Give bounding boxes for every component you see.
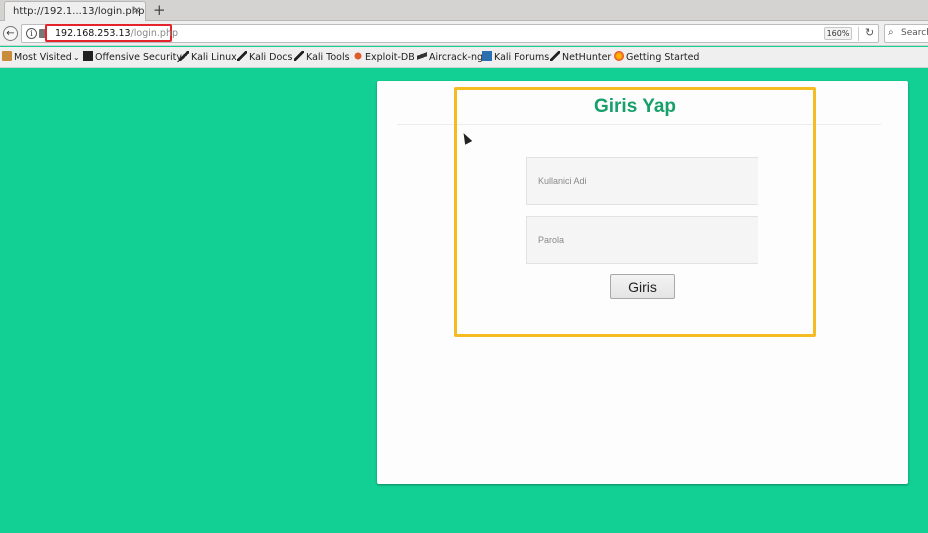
bookmark-kali-forums[interactable]: Kali Forums: [482, 51, 549, 63]
url-path: /login.php: [130, 28, 178, 39]
bookmark-exploit-db[interactable]: Exploit-DB: [353, 51, 415, 63]
bookmark-kali-docs[interactable]: Kali Docs: [237, 51, 292, 63]
bookmark-label: Exploit-DB: [365, 52, 415, 63]
info-icon[interactable]: i: [26, 28, 37, 39]
aircrack-icon: [417, 51, 427, 61]
url-bar[interactable]: i 192.168.253.13/login.php 160% ↻: [21, 24, 879, 43]
tab-title: http://192.1...13/login.php: [13, 6, 145, 17]
bookmark-kali-tools[interactable]: Kali Tools: [294, 51, 350, 63]
username-field[interactable]: [526, 157, 758, 205]
exploit-db-icon: [354, 52, 362, 60]
bookmark-label: Most Visited: [14, 52, 72, 63]
bookmarks-toolbar: Most Visited⌄ Offensive Security Kali Li…: [0, 47, 928, 68]
url-text[interactable]: 192.168.253.13/login.php: [55, 28, 178, 39]
navigation-toolbar: ← i 192.168.253.13/login.php 160% ↻ ⌕ Se…: [0, 21, 928, 46]
bookmark-label: Kali Linux: [191, 52, 237, 63]
tab-bar: http://192.1...13/login.php × +: [0, 0, 928, 21]
tab-login[interactable]: http://192.1...13/login.php ×: [4, 1, 146, 21]
kali-icon: [237, 51, 247, 61]
bookmark-label: Kali Docs: [249, 52, 293, 63]
bookmark-offensive-security[interactable]: Offensive Security: [83, 51, 182, 63]
url-host: 192.168.253.13: [55, 28, 131, 39]
bookmark-label: Kali Tools: [306, 52, 350, 63]
bookmark-label: Offensive Security: [95, 52, 182, 63]
search-input[interactable]: ⌕ Search: [884, 24, 928, 43]
kali-icon: [179, 51, 189, 61]
firefox-icon: [614, 51, 624, 61]
bookmark-kali-linux[interactable]: Kali Linux: [179, 51, 237, 63]
bookmark-label: Kali Forums: [494, 52, 550, 63]
zoom-level-button[interactable]: 160%: [824, 27, 852, 40]
bookmark-label: Getting Started: [626, 52, 700, 63]
search-placeholder: Search: [901, 28, 928, 38]
new-tab-button[interactable]: +: [153, 1, 166, 19]
reload-icon[interactable]: ↻: [865, 26, 874, 39]
bookmark-label: Aircrack-ng: [429, 52, 483, 63]
login-form-highlight: [454, 87, 816, 337]
bookmark-nethunter[interactable]: NetHunter: [550, 51, 611, 63]
bookmark-most-visited[interactable]: Most Visited⌄: [2, 51, 80, 63]
bookmark-getting-started[interactable]: Getting Started: [614, 51, 699, 63]
password-field[interactable]: [526, 216, 758, 264]
search-icon: ⌕: [888, 27, 894, 38]
kali-icon: [550, 51, 560, 61]
close-tab-icon[interactable]: ×: [133, 5, 141, 16]
bookmark-aircrack-ng[interactable]: Aircrack-ng: [417, 51, 483, 63]
page-title: Giris Yap: [593, 96, 677, 117]
kali-icon: [294, 51, 304, 61]
folder-icon: [2, 51, 12, 61]
bookmark-label: NetHunter: [562, 52, 612, 63]
url-separator: [858, 27, 859, 41]
offsec-icon: [83, 51, 93, 61]
back-button[interactable]: ←: [3, 26, 18, 41]
forums-icon: [482, 51, 492, 61]
chevron-down-icon: ⌄: [72, 53, 80, 62]
login-button[interactable]: Giris: [610, 274, 675, 299]
